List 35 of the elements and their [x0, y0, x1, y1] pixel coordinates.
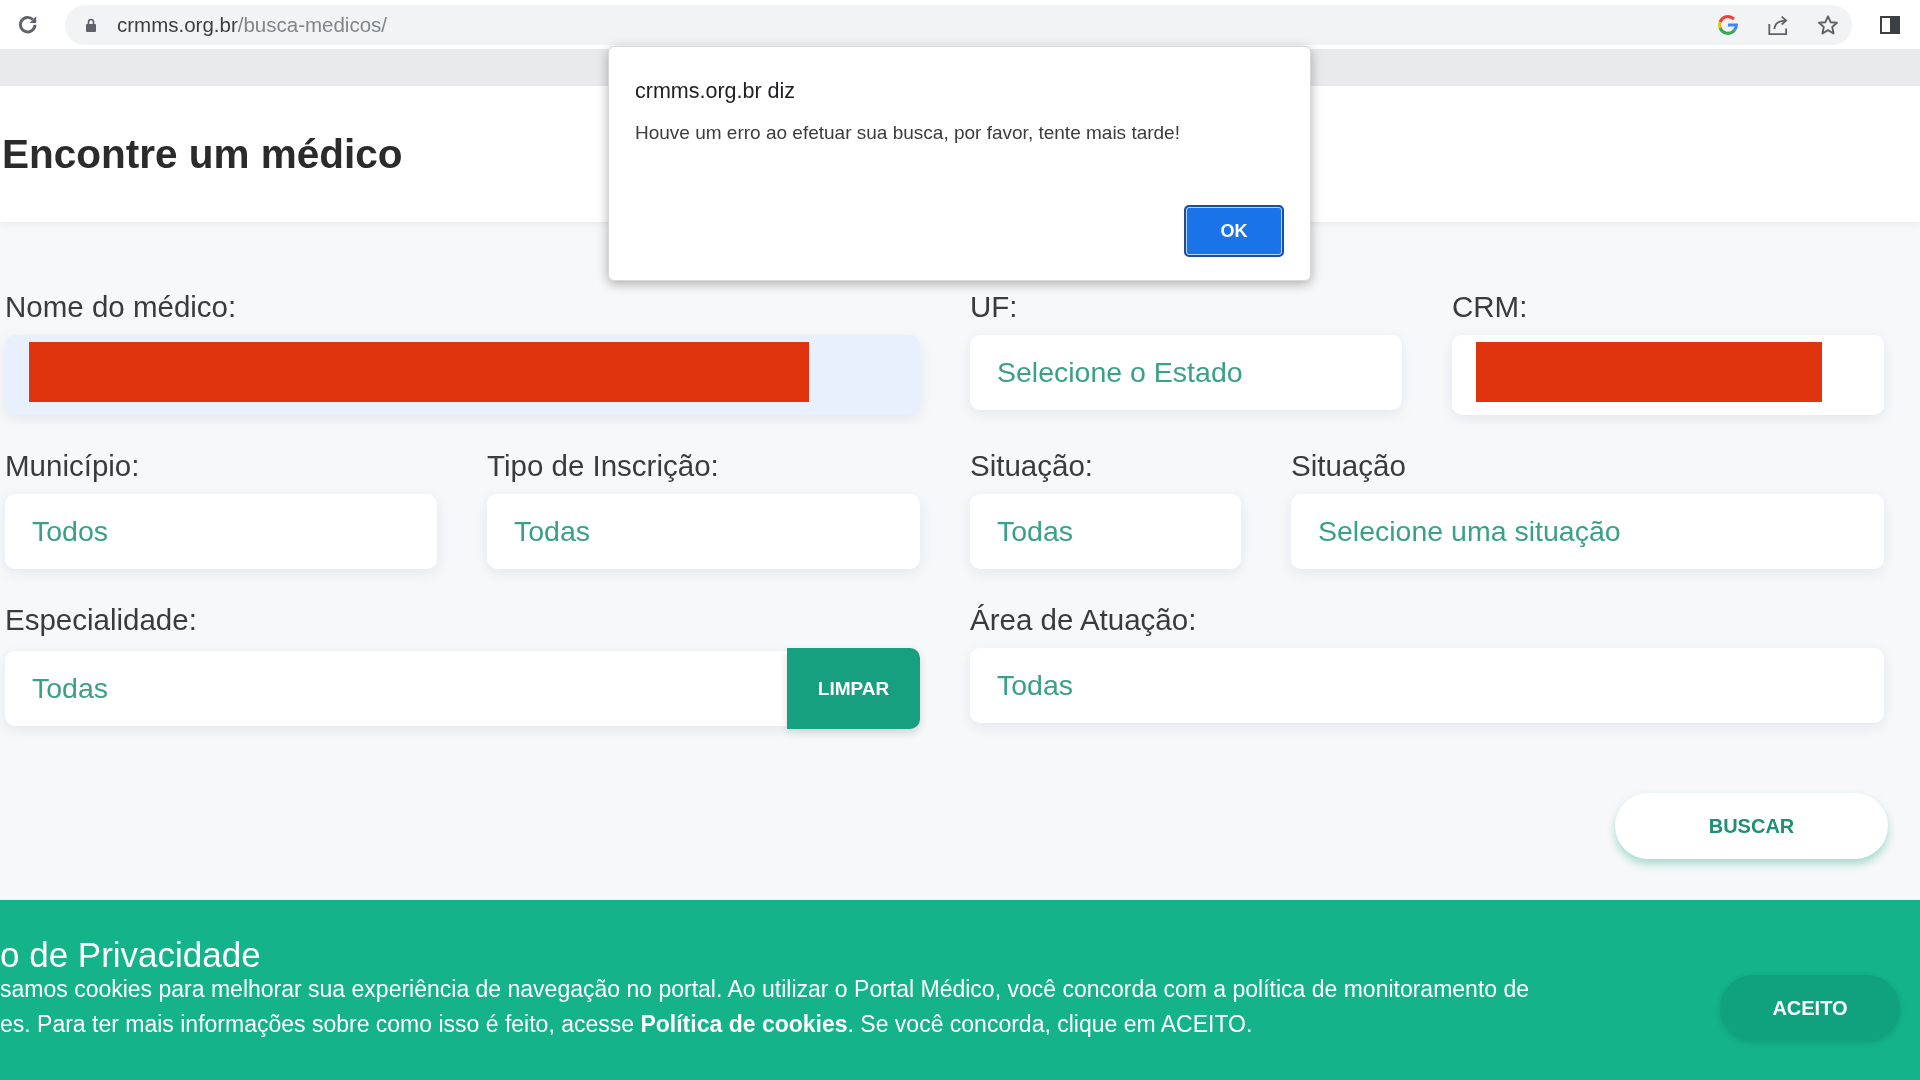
select-field[interactable]: Todas — [487, 494, 920, 569]
select-field[interactable]: Todas — [5, 651, 787, 726]
page-title: Encontre um médico — [2, 130, 403, 178]
field-label: Especialidade: — [5, 603, 197, 636]
field-label: Situação — [1291, 449, 1406, 482]
field-label: UF: — [970, 290, 1018, 323]
star-icon[interactable] — [1818, 14, 1838, 35]
select-field[interactable]: Todas — [970, 648, 1884, 723]
accept-button[interactable]: ACEITO — [1720, 975, 1900, 1041]
dialog-message: Houve um erro ao efetuar sua busca, por favor, tente mais tarde! — [635, 121, 1180, 145]
share-icon[interactable] — [1768, 14, 1788, 35]
field-label: CRM: — [1452, 290, 1528, 323]
banner-title: o de Privacidade — [0, 935, 261, 975]
field-label: Área de Atuação: — [970, 603, 1197, 636]
select-field[interactable]: Todas — [970, 494, 1241, 569]
field-label: Nome do médico: — [5, 290, 237, 323]
reload-icon[interactable] — [18, 14, 38, 35]
field-label: Município: — [5, 449, 140, 482]
side-panel-icon[interactable] — [1880, 15, 1900, 34]
lock-icon — [85, 17, 97, 32]
text-input[interactable] — [5, 335, 920, 415]
ok-button[interactable]: OK — [1184, 205, 1284, 257]
dialog-title: crmms.org.br diz — [635, 78, 796, 105]
clear-button[interactable]: LIMPAR — [787, 648, 920, 729]
cookie-policy-link[interactable]: Política de cookies — [640, 1011, 848, 1037]
text-input[interactable] — [1452, 335, 1884, 415]
select-field[interactable]: Todos — [5, 494, 437, 569]
field-label: Situação: — [970, 449, 1093, 482]
cookie-notice-text: samos cookies para melhorar sua experiência de navegação no portal. Ao utilizar o Portal Médico, você concorda com a política de monitoramento de es. Para ter mais informações sobre como isso é feito, acesse Política de cookies. Se você concorda, clique em ACEITO. — [0, 975, 1530, 1039]
field-label: Tipo de Inscrição: — [487, 449, 719, 482]
select-field[interactable]: Selecione uma situação — [1291, 494, 1884, 569]
g-letter-icon[interactable] — [1718, 14, 1738, 35]
search-button[interactable]: BUSCAR — [1615, 793, 1888, 859]
select-field[interactable]: Selecione o Estado — [970, 335, 1402, 410]
address-field[interactable]: crmms.org.br/busca-medicos/ — [65, 4, 1852, 45]
